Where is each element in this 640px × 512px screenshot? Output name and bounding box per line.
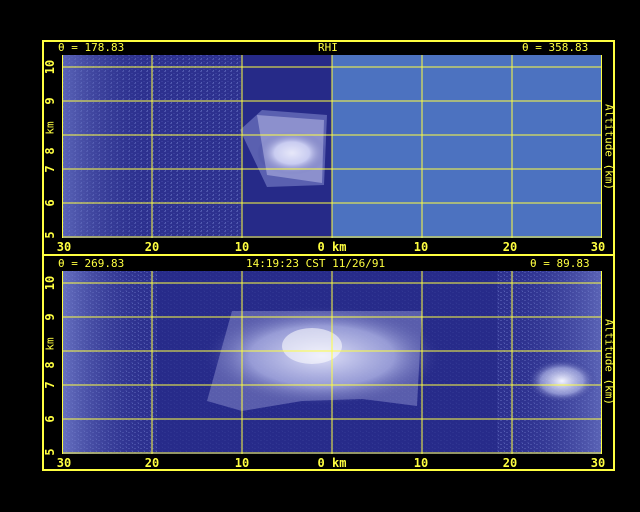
top-altitude-label: Altitude (km) [602, 103, 616, 191]
bottom-y-tick-6: 6 [43, 415, 57, 423]
bottom-y-tick-7: 7 [43, 381, 57, 389]
bottom-x-tick-30-left: 30 [56, 456, 72, 470]
top-y-tick-7: 7 [43, 165, 57, 173]
bottom-y-tick-10: 10 [43, 275, 57, 291]
top-y-tick-10: 10 [43, 59, 57, 75]
top-y-tick-5: 5 [43, 231, 57, 239]
bottom-x-tick-30-right: 30 [590, 456, 606, 470]
panel-divider [42, 254, 615, 256]
top-y-unit-label: km [43, 121, 57, 135]
top-x-tick-10-right: 10 [413, 240, 429, 254]
bottom-y-tick-5: 5 [43, 448, 57, 456]
top-x-tick-20-left: 20 [144, 240, 160, 254]
top-x-tick-30-left: 30 [56, 240, 72, 254]
top-x-tick-30-right: 30 [590, 240, 606, 254]
top-y-tick-8: 8 [43, 147, 57, 155]
top-title: RHI [318, 41, 338, 54]
top-x-tick-0: 0 km [317, 240, 347, 254]
top-x-tick-20-right: 20 [502, 240, 518, 254]
bottom-timestamp: 14:19:23 CST 11/26/91 [246, 257, 386, 270]
bottom-rhi-image [62, 271, 602, 454]
bottom-y-tick-8: 8 [43, 361, 57, 369]
top-x-tick-10-left: 10 [234, 240, 250, 254]
bottom-x-tick-20-left: 20 [144, 456, 160, 470]
bottom-y-unit-label: km [43, 337, 57, 351]
bottom-right-angle: θ = 89.83 [530, 257, 590, 270]
top-right-angle: θ = 358.83 [522, 41, 589, 54]
top-y-tick-9: 9 [43, 97, 57, 105]
bottom-y-tick-9: 9 [43, 313, 57, 321]
bottom-x-tick-10-left: 10 [234, 456, 250, 470]
bottom-x-tick-20-right: 20 [502, 456, 518, 470]
bottom-rhi-plot [62, 271, 602, 454]
bottom-altitude-label: Altitude (km) [602, 318, 616, 406]
top-left-angle: θ = 178.83 [58, 41, 125, 54]
top-rhi-image [62, 55, 602, 238]
top-y-tick-6: 6 [43, 199, 57, 207]
bottom-left-angle: θ = 269.83 [58, 257, 125, 270]
bottom-x-tick-0: 0 km [317, 456, 347, 470]
top-rhi-plot [62, 55, 602, 238]
bottom-x-tick-10-right: 10 [413, 456, 429, 470]
